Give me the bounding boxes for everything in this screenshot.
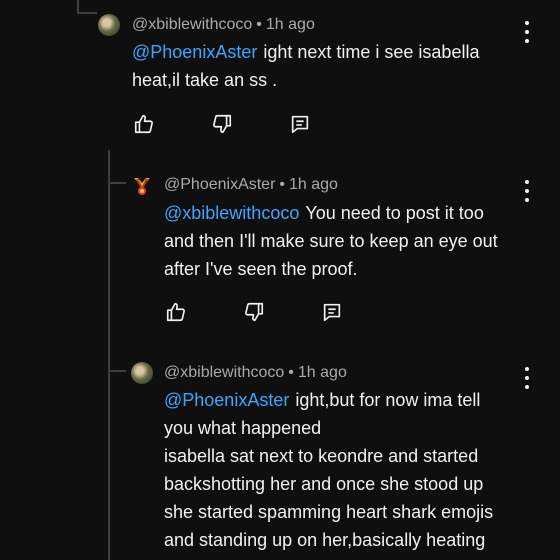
meta-separator: • [288, 364, 294, 381]
dislike-icon[interactable] [210, 112, 234, 136]
comment-text-line: ight,but for now ima tell [295, 390, 481, 410]
comment-meta: @PhoenixAster • 1h ago [164, 175, 338, 195]
comment-body: @PhoenixAster ight next time i see isabel… [132, 38, 532, 94]
avatar[interactable] [131, 175, 153, 197]
like-icon[interactable] [132, 112, 156, 136]
comment-text-line: she started spamming heart shark emojis [164, 502, 494, 522]
thread-line-outer [77, 0, 79, 12]
thread-line-branch-2 [108, 370, 126, 372]
comment-text-line: backshotting her and once she stood up [164, 474, 484, 494]
comment-body: @xbiblewithcoco You need to post it too a… [164, 199, 544, 283]
comment-meta: @xbiblewithcoco • 1h ago [164, 363, 347, 383]
comment-text-line: ight next time i see isabella [263, 42, 480, 62]
mention-link[interactable]: @PhoenixAster [164, 390, 289, 410]
thread-line-branch-1 [108, 182, 126, 184]
comment-body: @PhoenixAster ight,but for now ima tell y… [164, 386, 544, 554]
comment-author[interactable]: @xbiblewithcoco [132, 16, 252, 33]
comment-time[interactable]: 1h ago [266, 16, 315, 33]
meta-separator: • [256, 16, 262, 33]
comment-meta: @xbiblewithcoco • 1h ago [132, 15, 315, 35]
comment-text-line: and then I'll make sure to keep an eye o… [164, 231, 498, 251]
comment-time[interactable]: 1h ago [289, 176, 338, 193]
thread-line-inner [108, 150, 110, 560]
like-icon[interactable] [164, 300, 188, 324]
comment-text-line: and standing up on her,basically heating [164, 530, 486, 550]
avatar[interactable] [98, 14, 120, 36]
comment-text-line: after I've seen the proof. [164, 259, 358, 279]
comment-text-line: heat,il take an ss . [132, 70, 278, 90]
comment-text-line: You need to post it too [305, 203, 484, 223]
reply-icon[interactable] [288, 112, 312, 136]
reply-icon[interactable] [320, 300, 344, 324]
avatar[interactable] [131, 362, 153, 384]
comment-text-line: isabella sat next to keondre and started [164, 446, 479, 466]
comment-author[interactable]: @PhoenixAster [164, 176, 275, 193]
comment-thread: @xbiblewithcoco • 1h ago @PhoenixAster ight… [0, 0, 560, 560]
mention-link[interactable]: @PhoenixAster [132, 42, 257, 62]
comment-text-line: you what happened [164, 418, 322, 438]
thread-line-outer-curve [77, 12, 97, 14]
meta-separator: • [279, 176, 286, 193]
comment-time[interactable]: 1h ago [298, 364, 347, 381]
mention-link[interactable]: @xbiblewithcoco [164, 203, 299, 223]
comment-actions [132, 112, 366, 136]
dislike-icon[interactable] [242, 300, 266, 324]
comment-author[interactable]: @xbiblewithcoco [164, 364, 284, 381]
comment-actions [164, 300, 398, 324]
